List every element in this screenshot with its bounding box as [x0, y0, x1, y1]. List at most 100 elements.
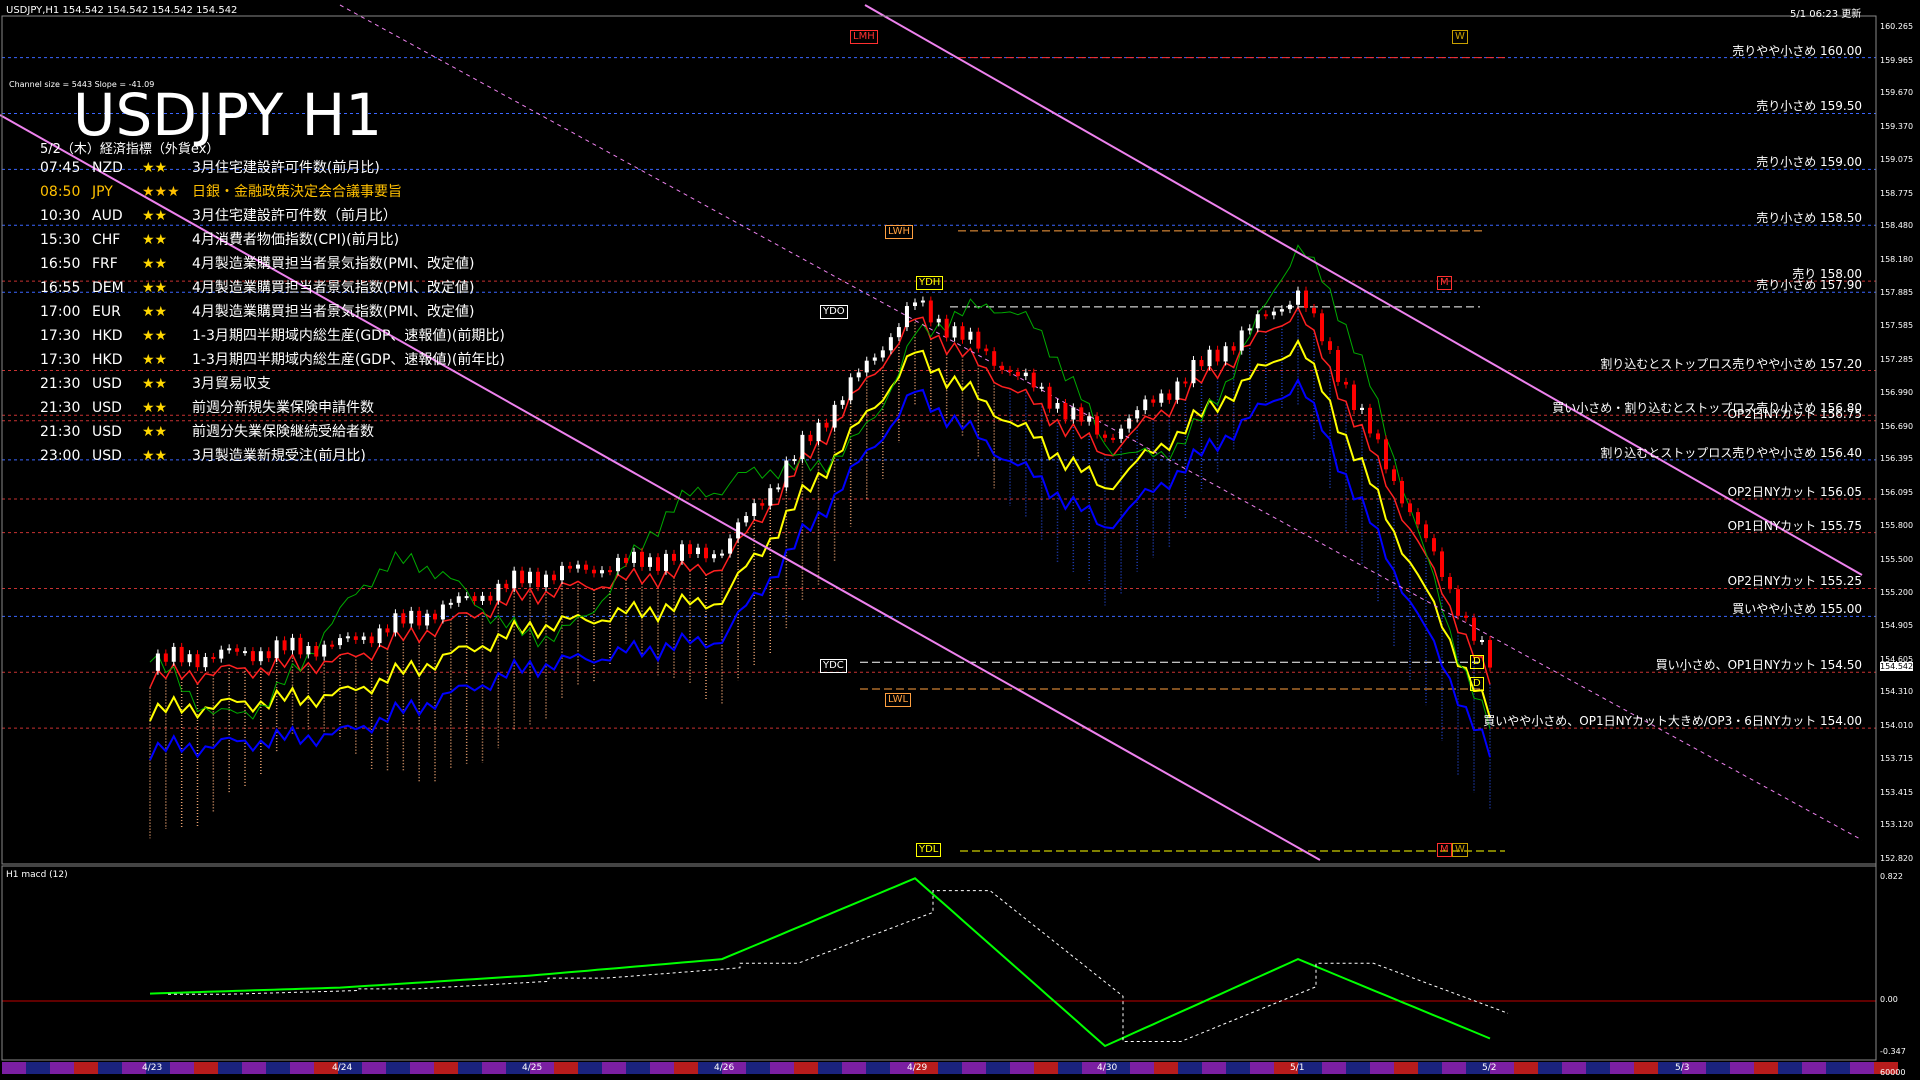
candle-body — [1376, 433, 1380, 440]
candle-body — [872, 357, 877, 361]
price-tick: 160.265 — [1880, 22, 1914, 31]
date-strip-cell — [74, 1062, 98, 1074]
macd-tick: 0.822 — [1880, 872, 1903, 881]
econ-event-text: 3月製造業新規受注(前月比) — [192, 448, 366, 464]
date-label: 4/23 — [142, 1063, 163, 1073]
econ-event-text: 3月住宅建設許可件数（前月比） — [192, 208, 397, 224]
macd-label: H1 macd (12) — [6, 870, 68, 880]
date-strip-cell — [50, 1062, 74, 1074]
candle-body — [1183, 381, 1188, 384]
macd-tick: -0.347 — [1880, 1047, 1906, 1056]
candle-body — [1400, 480, 1404, 504]
candle-body — [568, 565, 572, 569]
date-strip-cell — [746, 1062, 770, 1074]
tag-ydo: YDO — [820, 305, 848, 319]
candle-body — [1287, 304, 1292, 310]
candle-body — [235, 648, 240, 652]
econ-event-time: 23:00 — [40, 448, 81, 464]
price-tick: 155.500 — [1880, 554, 1914, 564]
candle-body — [1392, 469, 1396, 481]
candle-body — [353, 636, 358, 640]
candle-body — [282, 640, 287, 651]
econ-event-ccy: FRF — [92, 256, 118, 272]
econ-event-text: 1-3月期四半期域内総生産(GDP、速報値)(前期比) — [192, 328, 505, 344]
candle-body — [808, 434, 813, 442]
candle-body — [1008, 369, 1012, 372]
candle-body — [1328, 341, 1332, 350]
candle-body — [1151, 399, 1156, 403]
econ-event-ccy: NZD — [92, 160, 123, 176]
econ-event-text: 4月消費者物価指数(CPI)(前月比) — [192, 232, 400, 248]
candle-body — [1247, 328, 1252, 331]
candle-body — [856, 372, 861, 378]
candle-body — [1023, 372, 1028, 377]
date-label: 4/25 — [522, 1063, 543, 1073]
date-label: 5/1 — [1290, 1063, 1305, 1073]
candle-body — [792, 459, 797, 462]
candle-body — [984, 348, 989, 352]
date-strip-cell — [1802, 1062, 1826, 1074]
candle-body — [1135, 410, 1140, 419]
candle-body — [768, 488, 773, 506]
candle-body — [1063, 402, 1068, 420]
candle-body — [345, 636, 350, 639]
candle-body — [1087, 416, 1092, 422]
price-tick: 157.285 — [1880, 355, 1914, 365]
candle-body — [1199, 360, 1204, 367]
date-strip-cell — [434, 1062, 458, 1074]
candle-body — [464, 596, 469, 599]
candle-body — [1000, 365, 1005, 370]
candle-body — [1384, 439, 1388, 470]
econ-event-text: 4月製造業購買担当者景気指数(PMI、改定値) — [192, 280, 475, 296]
candle-body — [1191, 360, 1196, 384]
candle-body — [888, 337, 893, 351]
tag-lwh: LWH — [885, 225, 914, 239]
candle-body — [361, 636, 366, 640]
price-tick: 159.075 — [1880, 154, 1914, 164]
price-tick: 156.990 — [1880, 387, 1914, 397]
price-tick: 156.395 — [1880, 454, 1914, 464]
candle-body — [648, 557, 652, 567]
date-strip-cell — [266, 1062, 290, 1074]
candle-body — [433, 613, 437, 620]
date-label: 4/29 — [907, 1063, 928, 1073]
candle-body — [1119, 428, 1124, 439]
level-label: OP2日NYカット 156.75 — [1727, 406, 1862, 421]
econ-event-stars: ★★ — [142, 304, 168, 320]
econ-event-text: 1-3月期四半期域内総生産(GDP、速報値)(前年比) — [192, 352, 505, 368]
candle-body — [250, 651, 255, 662]
econ-event-ccy: USD — [92, 400, 122, 416]
date-strip-cell — [1178, 1062, 1202, 1074]
date-strip-cell — [1346, 1062, 1370, 1074]
candle-body — [736, 522, 741, 539]
candle-body — [1239, 330, 1244, 351]
price-tick: 156.690 — [1880, 421, 1914, 431]
price-tick: 153.415 — [1880, 787, 1914, 797]
tag-m2: M — [1437, 843, 1452, 857]
date-strip-cell — [1514, 1062, 1538, 1074]
date-strip-cell — [818, 1062, 842, 1074]
macd-panel — [2, 877, 1876, 1048]
candle-body — [824, 422, 829, 428]
date-strip-cell — [98, 1062, 122, 1074]
candle-body — [401, 613, 406, 624]
candle-body — [1159, 393, 1164, 403]
candle-body — [928, 300, 933, 323]
candle-body — [656, 557, 660, 571]
candle-body — [976, 331, 981, 349]
price-tick: 158.775 — [1880, 188, 1914, 198]
price-tick: 158.180 — [1880, 255, 1914, 264]
candle-body — [1143, 399, 1148, 411]
candle-body — [1424, 524, 1428, 539]
date-strip-cell — [794, 1062, 818, 1074]
price-tick: 154.905 — [1880, 620, 1914, 630]
candle-body — [632, 551, 636, 563]
date-strip-cell — [170, 1062, 194, 1074]
date-strip-cell — [602, 1062, 626, 1074]
tag-m1: M — [1437, 276, 1452, 290]
econ-event-ccy: HKD — [92, 328, 123, 344]
price-tick: 157.585 — [1880, 321, 1914, 331]
price-tick: 154.542 — [1880, 661, 1914, 671]
date-strip-cell — [1394, 1062, 1418, 1074]
candle-body — [314, 645, 319, 657]
